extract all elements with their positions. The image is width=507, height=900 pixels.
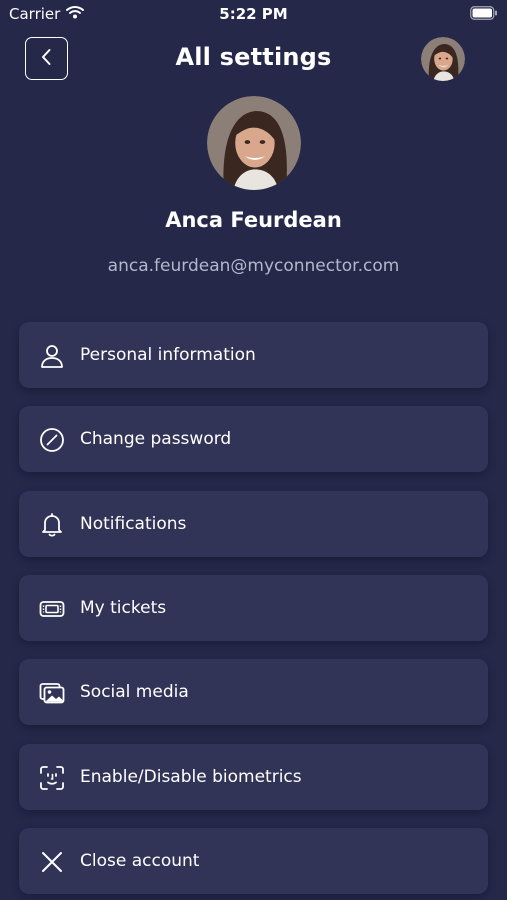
profile-avatar [207, 96, 301, 190]
menu-item-label: Notifications [80, 514, 187, 534]
status-time: 5:22 PM [219, 5, 288, 23]
profile-name: Anca Feurdean [165, 208, 342, 232]
profile-email: anca.feurdean@myconnector.com [107, 256, 400, 276]
menu-item-label: Social media [80, 682, 189, 702]
menu-item-personal-information[interactable]: Personal information [19, 322, 488, 388]
menu-item-label: Enable/Disable biometrics [80, 767, 302, 787]
menu-item-biometrics[interactable]: Enable/Disable biometrics [19, 744, 488, 810]
face-id-icon [38, 764, 66, 792]
menu-item-label: My tickets [80, 598, 167, 618]
menu-item-my-tickets[interactable]: My tickets [19, 575, 488, 641]
ticket-icon [38, 595, 66, 623]
menu-item-close-account[interactable]: Close account [19, 828, 488, 894]
header-avatar[interactable] [421, 37, 465, 81]
images-icon [38, 679, 66, 707]
battery-icon [470, 6, 498, 24]
menu-item-label: Personal information [80, 345, 256, 365]
slash-circle-icon [38, 426, 66, 454]
bell-icon [38, 511, 66, 539]
menu-item-notifications[interactable]: Notifications [19, 491, 488, 557]
user-icon [38, 342, 66, 370]
menu-item-social-media[interactable]: Social media [19, 659, 488, 725]
menu-item-change-password[interactable]: Change password [19, 406, 488, 472]
close-icon [38, 848, 66, 876]
settings-screen: Carrier 5:22 PM All settings Anca Feurde… [0, 0, 507, 900]
status-bar: Carrier 5:22 PM [0, 0, 507, 28]
menu-item-label: Change password [80, 429, 232, 449]
menu-item-label: Close account [80, 851, 200, 871]
